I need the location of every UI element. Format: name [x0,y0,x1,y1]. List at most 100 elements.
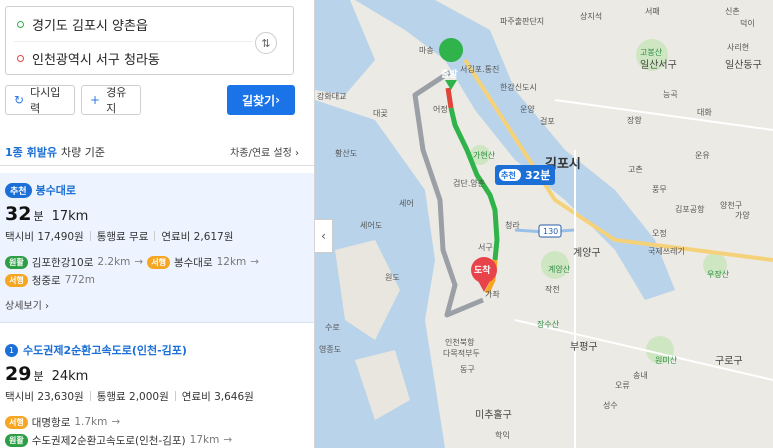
route-callout[interactable]: 추천 32분 [495,165,555,185]
traffic-badge: 원활 [5,433,28,447]
end-pin[interactable]: 도착 [471,257,497,292]
place-label: 어정 [433,104,448,114]
toll-fee: 통행료 2,000원 [96,390,169,403]
place-label: 서패 [645,6,660,16]
waypoint-label: 경유지 [106,86,127,115]
origin-field[interactable]: 경기도 김포시 양촌읍 [6,7,256,41]
place-label: 마송 [419,46,434,55]
place-label: 구로구 [715,356,743,367]
refresh-icon: ↻ [14,93,25,107]
route-name: 수도권제2순환고속도로(인천-김포) [23,344,187,357]
place-label: 작전 [545,284,560,294]
place-label: 다목적부두 [443,348,480,358]
place-label: 운유 [695,151,710,160]
step-distance: 2.2km [97,256,131,268]
place-label: 송내 [633,371,648,380]
arrow-right-icon: → [223,434,233,446]
step-distance: 772m [64,274,95,286]
traffic-badge: 서행 [147,255,170,269]
place-label: 장수산 [537,319,560,329]
place-label: 황산도 [335,148,357,158]
place-label: 한강신도시 [500,82,537,92]
place-label: 사리현 [727,43,749,52]
highway-number: 130 [543,227,558,236]
place-label: 파주출판단지 [500,16,544,26]
route-distance: 17km [51,209,89,224]
route-time-unit: 분 [33,370,44,383]
map-canvas[interactable]: 130 김포시 파주출판단지 상지석 서패 신촌 사리현 고봉산 일산서구 일산… [315,0,773,448]
traffic-badge: 서행 [5,273,28,287]
route-time: 29 [5,363,32,385]
destination-dot-icon [17,54,24,62]
step-road: 대명항로 [31,416,71,429]
vehicle-setting-link[interactable]: 차종/연료 설정 › [230,144,299,159]
place-label: 서김포.통진 [460,64,499,74]
place-label: 성수 [603,401,618,410]
route-option-1[interactable]: 추천 봉수대로 32 분 17km 택시비 17,490원 통행료 무료 연료비… [0,173,314,323]
search-route-button[interactable]: 길찾기 › [227,85,295,115]
sea-channel [315,0,375,95]
place-label: 서구 [478,243,493,252]
toll-fee: 통행료 무료 [96,230,149,243]
action-buttons: ↻ 다시입력 + 경유지 길찾기 › [5,85,295,115]
place-label: 국제쓰레기 [648,247,685,256]
route-time-unit: 분 [33,210,44,223]
add-waypoint-button[interactable]: + 경유지 [81,85,141,115]
map-view[interactable]: 130 김포시 파주출판단지 상지석 서패 신촌 사리현 고봉산 일산서구 일산… [315,0,773,448]
place-label: 가양 [735,211,750,220]
step-distance: 1.7km [74,416,108,428]
place-label: 신촌 [725,7,740,16]
taxi-fare: 택시비 17,490원 [5,230,84,243]
place-label: 능곡 [663,90,678,99]
end-pin-label: 도착 [474,264,491,276]
place-label: 인천북항 [445,337,475,347]
place-label: 미추홀구 [475,408,512,421]
destination-text: 인천광역시 서구 청라동 [32,52,160,68]
place-label: 오정 [652,228,667,238]
plus-icon: + [90,93,101,107]
place-label: 덕이 [740,18,755,28]
swap-route-button[interactable]: ⇅ [255,32,277,54]
taxi-fare: 택시비 23,630원 [5,390,84,403]
step-line: 원활 수도권제2순환고속도로(인천-김포) 17km → [5,431,309,448]
route-distance: 24km [51,369,89,384]
place-label: 걸포 [540,117,555,126]
step-road: 수도권제2순환고속도로(인천-김포) [31,434,186,447]
place-label: 검단.양촌 [453,178,485,188]
swap-arrows-icon: ⇅ [261,36,271,50]
arrow-right-icon: → [250,256,260,268]
place-label: 가좌 [485,290,500,299]
reset-button[interactable]: ↻ 다시입력 [5,85,75,115]
place-label: 고촌 [628,165,643,174]
arrow-right-icon: → [134,256,144,268]
step-distance: 17km [189,434,220,446]
fuel-cost: 연료비 3,646원 [181,390,254,403]
collapse-panel-button[interactable]: ‹ [315,219,333,253]
detail-link[interactable]: 상세보기 › [5,297,309,312]
fuel-type-link[interactable]: 1종 휘발유 [5,144,57,160]
search-label: 길찾기 [241,93,276,108]
step-road: 봉수대로 [173,256,213,269]
place-label: 원도 [385,273,400,282]
place-label: 장항 [627,115,642,125]
route-number-badge: 1 [5,343,18,357]
place-label: 김포공항 [675,204,705,214]
place-label: 고봉산 [640,47,663,57]
route-fees: 택시비 17,490원 통행료 무료 연료비 2,617원 [5,227,309,245]
step-line: 서행 대명항로 1.7km → [5,413,309,431]
step-road: 김포한강10로 [31,256,94,269]
place-label: 세어도 [360,220,382,230]
recommend-badge: 추천 [5,182,32,198]
place-label: 일산서구 [640,59,677,71]
place-label: 동구 [460,365,475,374]
minor-road [554,99,773,131]
route-time: 32 [5,203,32,225]
reset-label: 다시입력 [30,86,61,115]
route-steps: 서행 대명항로 1.7km → 원활 수도권제2순환고속도로(인천-김포) 17… [5,413,309,448]
vehicle-basis-label: 차량 기준 [60,145,105,159]
route-name: 봉수대로 [35,184,77,197]
destination-field[interactable]: 인천광역시 서구 청라동 [6,41,256,75]
route-option-2[interactable]: 1 수도권제2순환고속도로(인천-김포) 29 분 24km 택시비 23,63… [0,333,314,448]
route-steps: 원활 김포한강10로 2.2km → 서행 봉수대로 12km → 서행 청중로… [5,253,309,289]
place-label: 세어 [399,198,414,208]
